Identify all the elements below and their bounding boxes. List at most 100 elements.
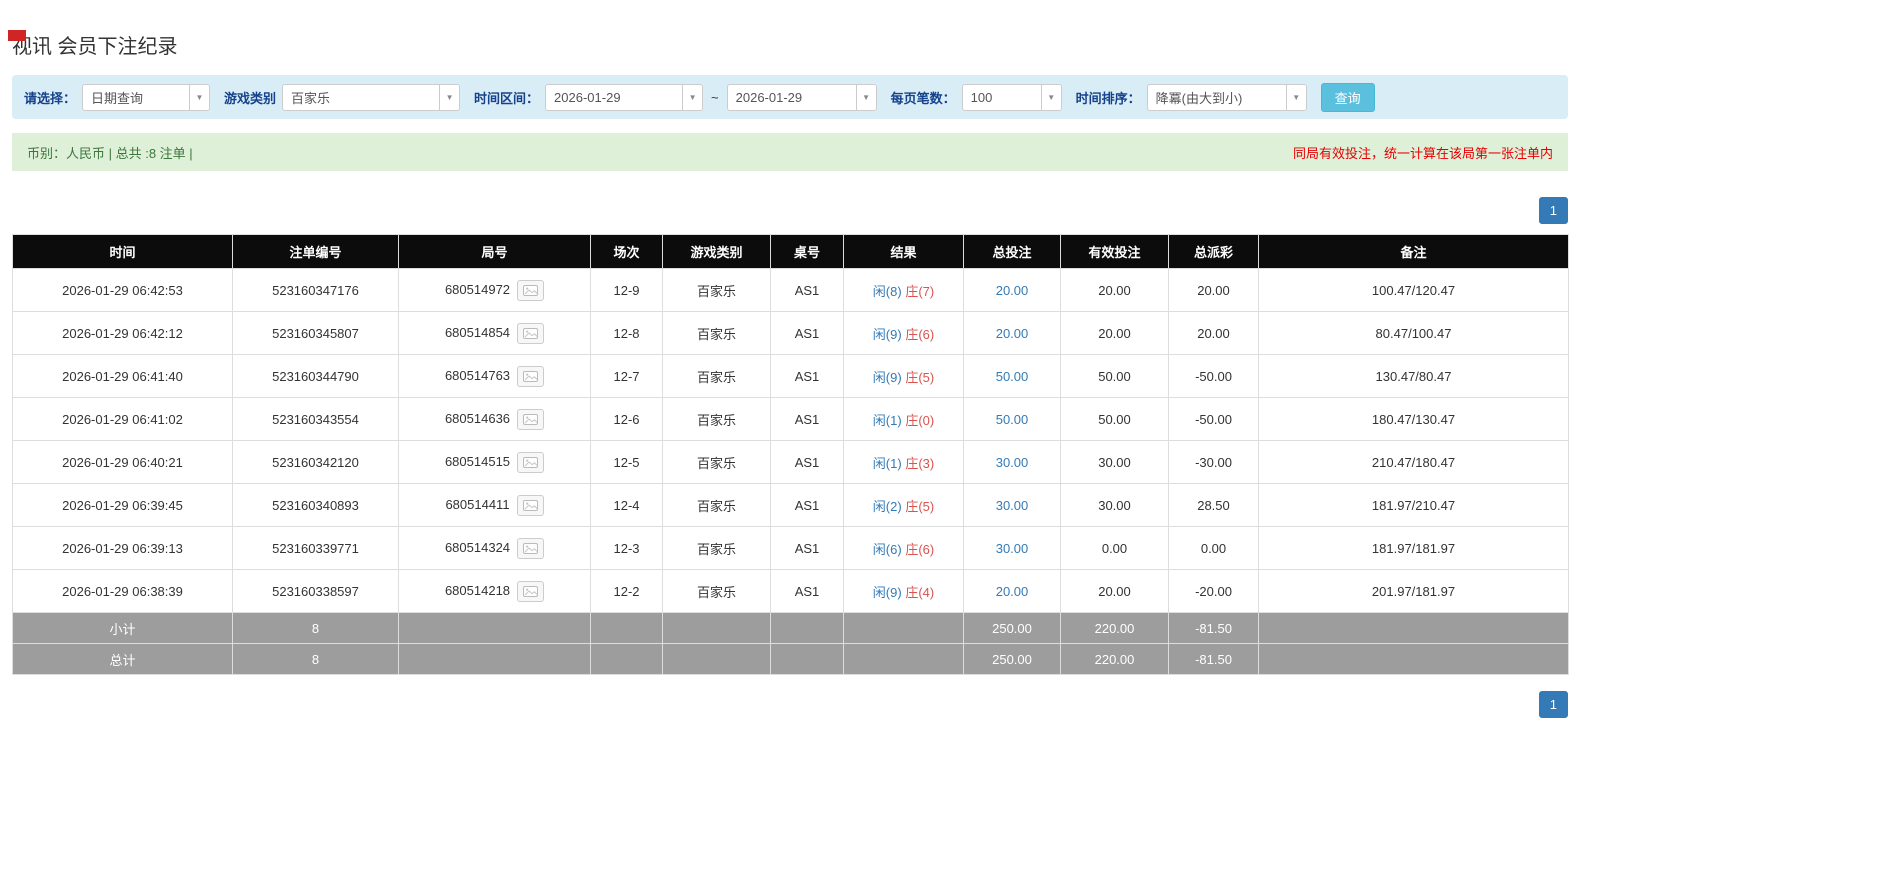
round-preview-icon[interactable] (517, 322, 545, 344)
total-bet-link[interactable]: 30.00 (996, 455, 1029, 470)
payout-cell: 20.00 (1168, 268, 1259, 312)
total-bet-link[interactable]: 20.00 (996, 326, 1029, 341)
pagination-bottom: 1 (12, 691, 1568, 718)
result-player: 闲(9) (872, 326, 902, 342)
round-preview-icon[interactable] (516, 494, 544, 516)
table-row: 2026-01-29 06:40:21 523160342120 680514515… (12, 440, 1569, 484)
payout-cell: -30.00 (1168, 440, 1259, 484)
game-type-cell: 百家乐 (662, 268, 771, 312)
remark-cell: 180.47/130.47 (1258, 397, 1569, 441)
column-header: 有效投注 (1060, 234, 1169, 269)
date-from-select[interactable]: 2026-01-29 ▼ (545, 83, 704, 111)
round-no-cell: 680514972 (398, 268, 591, 312)
round-no: 680514636 (444, 410, 511, 426)
table-no-cell: AS1 (770, 397, 844, 441)
round-no-cell: 680514515 (398, 440, 591, 484)
time-cell: 2026-01-29 06:39:45 (12, 483, 233, 527)
subtotal-count: 8 (232, 612, 399, 644)
subtotal-valid-bet: 220.00 (1060, 612, 1169, 644)
round-no: 680514854 (444, 324, 511, 340)
chevron-down-icon: ▼ (1285, 84, 1306, 110)
total-bet-link[interactable]: 20.00 (996, 584, 1029, 599)
remark-cell: 80.47/100.47 (1258, 311, 1569, 355)
table-row: 2026-01-29 06:41:02 523160343554 680514636… (12, 397, 1569, 441)
bet-no-cell: 523160338597 (232, 569, 399, 613)
valid-bet-cell: 20.00 (1060, 311, 1169, 355)
page-button-1[interactable]: 1 (1538, 691, 1568, 718)
total-bet-link[interactable]: 30.00 (996, 541, 1029, 556)
empty-cell (770, 612, 844, 644)
time-cell: 2026-01-29 06:42:12 (12, 311, 233, 355)
game-type-label: 游戏类别 (224, 90, 277, 106)
valid-bet-cell: 0.00 (1060, 526, 1169, 570)
page-button-1[interactable]: 1 (1538, 197, 1568, 224)
empty-cell (843, 612, 964, 644)
valid-bet-cell: 20.00 (1060, 268, 1169, 312)
column-header: 总投注 (963, 234, 1061, 269)
result-cell: 闲(2) 庄(5) (843, 483, 964, 527)
total-bet-cell: 20.00 (963, 311, 1061, 355)
total-bet-link[interactable]: 30.00 (996, 498, 1029, 513)
round-preview-icon[interactable] (517, 537, 545, 559)
round-no-cell: 680514218 (398, 569, 591, 613)
payout-cell: 0.00 (1168, 526, 1259, 570)
total-bet-link[interactable]: 20.00 (996, 283, 1029, 298)
session-cell: 12-6 (590, 397, 663, 441)
game-type-cell: 百家乐 (662, 311, 771, 355)
bet-no-cell: 523160347176 (232, 268, 399, 312)
game-type-cell: 百家乐 (662, 440, 771, 484)
round-preview-icon[interactable] (517, 451, 545, 473)
game-type-cell: 百家乐 (662, 569, 771, 613)
summary-notice: 同局有效投注，统一计算在该局第一张注单内 (1292, 145, 1553, 161)
game-type-cell: 百家乐 (662, 526, 771, 570)
remark-cell: 201.97/181.97 (1258, 569, 1569, 613)
table-row: 2026-01-29 06:42:53 523160347176 680514972… (12, 268, 1569, 312)
round-no: 680514218 (444, 582, 511, 598)
time-cell: 2026-01-29 06:41:40 (12, 354, 233, 398)
empty-cell (1258, 643, 1569, 675)
column-header: 场次 (590, 234, 663, 269)
query-type-select[interactable]: 日期查询 ▼ (82, 83, 211, 111)
round-preview-icon[interactable] (517, 408, 545, 430)
result-player: 闲(9) (872, 584, 902, 600)
sort-order-label: 时间排序： (1075, 90, 1141, 106)
page-size-select[interactable]: 100 ▼ (961, 83, 1062, 111)
total-bet-link[interactable]: 50.00 (996, 412, 1029, 427)
chevron-down-icon: ▼ (439, 84, 460, 110)
subtotal-row: 小计 8 250.00 220.00 -81.50 (12, 612, 1569, 644)
result-banker: 庄(0) (905, 412, 935, 428)
time-cell: 2026-01-29 06:42:53 (12, 268, 233, 312)
empty-cell (662, 643, 771, 675)
date-to-select[interactable]: 2026-01-29 ▼ (726, 83, 877, 111)
grand-total-count: 8 (232, 643, 399, 675)
round-preview-icon[interactable] (517, 365, 545, 387)
round-preview-icon[interactable] (517, 279, 545, 301)
table-row: 2026-01-29 06:41:40 523160344790 680514763… (12, 354, 1569, 398)
result-player: 闲(2) (872, 498, 902, 514)
total-bet-cell: 30.00 (963, 526, 1061, 570)
result-cell: 闲(9) 庄(5) (843, 354, 964, 398)
valid-bet-cell: 50.00 (1060, 354, 1169, 398)
bet-no-cell: 523160340893 (232, 483, 399, 527)
bet-no-cell: 523160345807 (232, 311, 399, 355)
time-cell: 2026-01-29 06:39:13 (12, 526, 233, 570)
empty-cell (590, 612, 663, 644)
result-player: 闲(6) (872, 541, 902, 557)
date-from-value: 2026-01-29 (554, 89, 621, 105)
round-preview-icon[interactable] (517, 580, 545, 602)
round-no: 680514972 (444, 281, 511, 297)
total-bet-link[interactable]: 50.00 (996, 369, 1029, 384)
session-cell: 12-3 (590, 526, 663, 570)
table-no-cell: AS1 (770, 440, 844, 484)
chevron-down-icon: ▼ (189, 84, 210, 110)
grand-total-valid-bet: 220.00 (1060, 643, 1169, 675)
table-header-row: 时间 注单编号 局号 场次 游戏类别 桌号 结果 总投注 有效投注 总派彩 备注 (12, 234, 1569, 269)
search-button[interactable]: 查询 (1320, 82, 1375, 112)
result-banker: 庄(7) (905, 283, 935, 299)
sort-order-select[interactable]: 降冪(由大到小) ▼ (1146, 83, 1307, 111)
session-cell: 12-8 (590, 311, 663, 355)
payout-cell: -50.00 (1168, 397, 1259, 441)
result-player: 闲(1) (872, 455, 902, 471)
round-no: 680514515 (444, 453, 511, 469)
game-type-select[interactable]: 百家乐 ▼ (282, 83, 461, 111)
